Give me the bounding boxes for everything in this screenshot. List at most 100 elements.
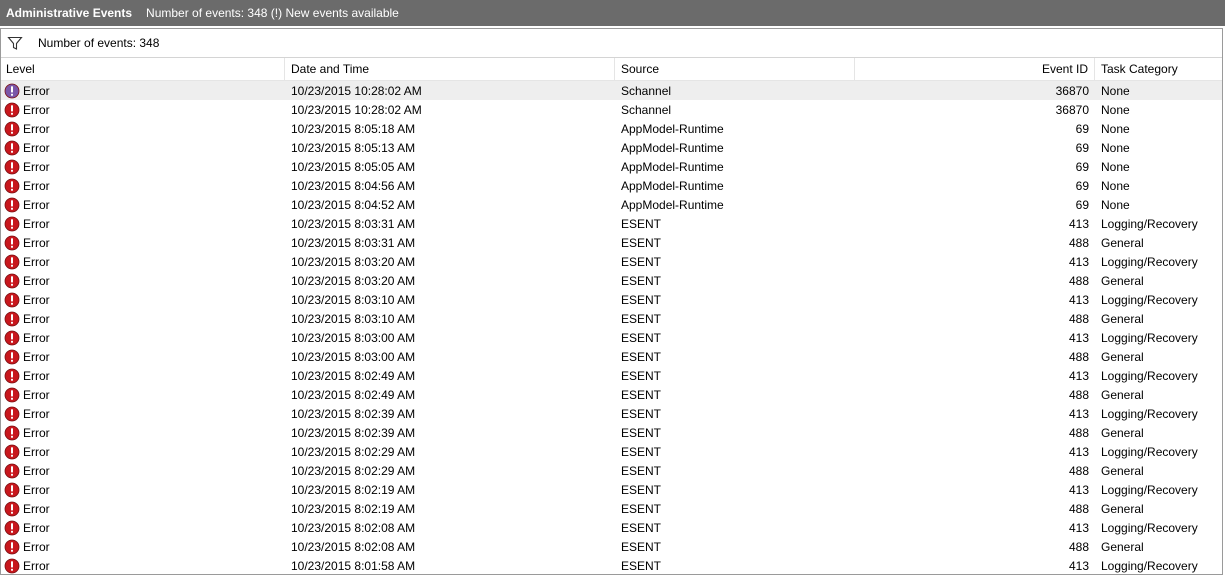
table-row[interactable]: Error 10/23/2015 8:03:31 AM ESENT 488 Genera…: [1, 233, 1222, 252]
table-row[interactable]: Error 10/23/2015 8:02:19 AM ESENT 488 Genera…: [1, 499, 1222, 518]
cell-date-time: 10/23/2015 8:04:56 AM: [291, 178, 416, 193]
level-text: Error: [23, 235, 50, 250]
level-text: Error: [23, 311, 50, 326]
cell-task-category: Logging/Recovery: [1101, 254, 1198, 269]
level-text: Error: [23, 330, 50, 345]
cell-source: ESENT: [621, 558, 662, 573]
level-text: Error: [23, 216, 50, 231]
events-table-body: Error 10/23/2015 10:28:02 AM Schannel 36870…: [1, 81, 1222, 574]
level-text: Error: [23, 121, 50, 136]
level-text: Error: [23, 387, 50, 402]
filter-event-count: Number of events: 348: [38, 36, 160, 50]
cell-date-time: 10/23/2015 8:03:31 AM: [291, 235, 416, 250]
cell-task-category: Logging/Recovery: [1101, 216, 1198, 231]
column-header-event-id[interactable]: Event ID: [855, 57, 1095, 81]
table-row[interactable]: Error 10/23/2015 8:03:10 AM ESENT 488 Genera…: [1, 309, 1222, 328]
table-row[interactable]: Error 10/23/2015 8:03:31 AM ESENT 413 Loggin…: [1, 214, 1222, 233]
cell-event-id: 488: [1068, 539, 1089, 554]
error-icon: [4, 235, 20, 251]
column-header-date-time[interactable]: Date and Time: [285, 57, 615, 81]
cell-date-time: 10/23/2015 8:02:19 AM: [291, 501, 416, 516]
cell-event-id: 488: [1068, 311, 1089, 326]
table-row[interactable]: Error 10/23/2015 10:28:02 AM Schannel 36870…: [1, 81, 1222, 100]
table-row[interactable]: Error 10/23/2015 8:03:20 AM ESENT 413 Loggin…: [1, 252, 1222, 271]
error-icon: [4, 159, 20, 175]
table-row[interactable]: Error 10/23/2015 8:05:05 AM AppModel-Runti…: [1, 157, 1222, 176]
cell-level: Error: [1, 520, 285, 536]
table-row[interactable]: Error 10/23/2015 8:03:00 AM ESENT 413 Loggin…: [1, 328, 1222, 347]
cell-source: ESENT: [621, 387, 662, 402]
cell-event-id: 69: [1075, 121, 1089, 136]
table-row[interactable]: Error 10/23/2015 8:03:20 AM ESENT 488 Genera…: [1, 271, 1222, 290]
cell-date-time: 10/23/2015 8:02:08 AM: [291, 520, 416, 535]
level-text: Error: [23, 501, 50, 516]
cell-task-category: Logging/Recovery: [1101, 482, 1198, 497]
panel-title: Administrative Events: [6, 6, 133, 20]
table-row[interactable]: Error 10/23/2015 8:02:29 AM ESENT 413 Loggin…: [1, 442, 1222, 461]
error-icon: [4, 368, 20, 384]
level-text: Error: [23, 368, 50, 383]
table-row[interactable]: Error 10/23/2015 8:05:18 AM AppModel-Runti…: [1, 119, 1222, 138]
table-row[interactable]: Error 10/23/2015 8:02:39 AM ESENT 488 Genera…: [1, 423, 1222, 442]
table-row[interactable]: Error 10/23/2015 8:02:29 AM ESENT 488 Genera…: [1, 461, 1222, 480]
cell-task-category: Logging/Recovery: [1101, 406, 1198, 421]
filter-icon[interactable]: [7, 35, 23, 51]
cell-date-time: 10/23/2015 8:02:29 AM: [291, 463, 416, 478]
cell-level: Error: [1, 444, 285, 460]
cell-source: ESENT: [621, 235, 662, 250]
error-icon: [4, 482, 20, 498]
events-table-header: Level Date and Time Source Event ID Task…: [1, 57, 1222, 81]
cell-source: Schannel: [621, 102, 672, 117]
cell-task-category: General: [1101, 273, 1144, 288]
error-icon: [4, 425, 20, 441]
table-row[interactable]: Error 10/23/2015 8:03:10 AM ESENT 413 Loggin…: [1, 290, 1222, 309]
cell-source: ESENT: [621, 520, 662, 535]
table-row[interactable]: Error 10/23/2015 8:03:00 AM ESENT 488 Genera…: [1, 347, 1222, 366]
table-row[interactable]: Error 10/23/2015 8:02:08 AM ESENT 488 Genera…: [1, 537, 1222, 556]
cell-level: Error: [1, 539, 285, 555]
column-header-task-category[interactable]: Task Category: [1095, 58, 1222, 81]
cell-source: AppModel-Runtime: [621, 159, 724, 174]
cell-task-category: Logging/Recovery: [1101, 368, 1198, 383]
error-icon: [4, 178, 20, 194]
cell-date-time: 10/23/2015 8:03:00 AM: [291, 349, 416, 364]
cell-source: AppModel-Runtime: [621, 140, 724, 155]
error-icon: [4, 102, 20, 118]
table-row[interactable]: Error 10/23/2015 8:05:13 AM AppModel-Runti…: [1, 138, 1222, 157]
table-row[interactable]: Error 10/23/2015 8:02:08 AM ESENT 413 Loggin…: [1, 518, 1222, 537]
level-text: Error: [23, 178, 50, 193]
cell-task-category: Logging/Recovery: [1101, 520, 1198, 535]
cell-source: ESENT: [621, 273, 662, 288]
cell-date-time: 10/23/2015 8:03:10 AM: [291, 311, 416, 326]
error-icon: [4, 83, 20, 99]
cell-date-time: 10/23/2015 8:05:13 AM: [291, 140, 416, 155]
cell-task-category: None: [1101, 140, 1130, 155]
table-row[interactable]: Error 10/23/2015 8:02:39 AM ESENT 413 Loggin…: [1, 404, 1222, 423]
cell-level: Error: [1, 501, 285, 517]
table-row[interactable]: Error 10/23/2015 10:28:02 AM Schannel 36870…: [1, 100, 1222, 119]
error-icon: [4, 558, 20, 574]
level-text: Error: [23, 406, 50, 421]
level-text: Error: [23, 102, 50, 117]
cell-source: ESENT: [621, 254, 662, 269]
cell-source: ESENT: [621, 349, 662, 364]
error-icon: [4, 197, 20, 213]
cell-source: ESENT: [621, 292, 662, 307]
cell-source: ESENT: [621, 311, 662, 326]
cell-event-id: 488: [1068, 273, 1089, 288]
error-icon: [4, 254, 20, 270]
level-text: Error: [23, 292, 50, 307]
table-row[interactable]: Error 10/23/2015 8:02:49 AM ESENT 488 Genera…: [1, 385, 1222, 404]
table-row[interactable]: Error 10/23/2015 8:02:19 AM ESENT 413 Loggin…: [1, 480, 1222, 499]
table-row[interactable]: Error 10/23/2015 8:04:56 AM AppModel-Runti…: [1, 176, 1222, 195]
table-row[interactable]: Error 10/23/2015 8:04:52 AM AppModel-Runti…: [1, 195, 1222, 214]
column-header-level[interactable]: Level: [1, 57, 285, 81]
table-row[interactable]: Error 10/23/2015 8:01:58 AM ESENT 413 Loggin…: [1, 556, 1222, 574]
cell-event-id: 69: [1075, 159, 1089, 174]
cell-level: Error: [1, 311, 285, 327]
column-header-source[interactable]: Source: [615, 57, 855, 81]
cell-event-id: 36870: [1055, 102, 1089, 117]
cell-task-category: None: [1101, 159, 1130, 174]
table-row[interactable]: Error 10/23/2015 8:02:49 AM ESENT 413 Loggin…: [1, 366, 1222, 385]
error-icon: [4, 406, 20, 422]
